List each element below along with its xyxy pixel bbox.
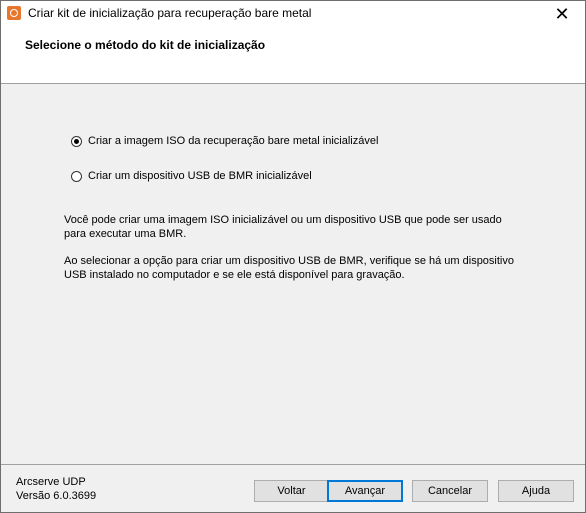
close-button[interactable]: ✕	[539, 1, 585, 27]
description-line: para executar uma BMR.	[64, 228, 187, 240]
next-button[interactable]: Avançar	[327, 480, 403, 502]
wizard-header: Selecione o método do kit de inicializaç…	[1, 27, 585, 83]
cancel-button[interactable]: Cancelar	[412, 480, 488, 502]
back-button[interactable]: Voltar	[254, 480, 329, 502]
usb-radio-button[interactable]	[71, 170, 82, 182]
page-title: Selecione o método do kit de inicializaç…	[25, 38, 266, 52]
footer-divider	[1, 464, 585, 465]
product-info: Arcserve UDP Versão 6.0.3699	[16, 475, 96, 503]
title-bar: Criar kit de inicialização para recupera…	[1, 1, 585, 27]
description-line: Ao selecionar a opção para criar um disp…	[64, 255, 514, 267]
header-divider	[1, 83, 585, 84]
description-line: USB instalado no computador e se ele est…	[64, 269, 405, 281]
description-paragraph-1: Você pode criar uma imagem ISO inicializ…	[64, 213, 534, 241]
arcserve-app-icon	[7, 6, 21, 20]
option-iso[interactable]: Criar a imagem ISO da recuperação bare m…	[71, 135, 378, 147]
iso-radio-button[interactable]	[71, 135, 82, 147]
option-usb[interactable]: Criar um dispositivo USB de BMR iniciali…	[71, 170, 312, 182]
product-name: Arcserve UDP	[16, 476, 86, 488]
iso-option-label[interactable]: Criar a imagem ISO da recuperação bare m…	[88, 135, 378, 147]
window-title: Criar kit de inicialização para recupera…	[28, 6, 312, 20]
dialog-window: Criar kit de inicialização para recupera…	[0, 0, 586, 513]
description-line: Você pode criar uma imagem ISO inicializ…	[64, 214, 502, 226]
description-paragraph-2: Ao selecionar a opção para criar um disp…	[64, 254, 534, 282]
help-button[interactable]: Ajuda	[498, 480, 574, 502]
product-version: Versão 6.0.3699	[16, 490, 97, 502]
usb-option-label[interactable]: Criar um dispositivo USB de BMR iniciali…	[88, 170, 312, 182]
